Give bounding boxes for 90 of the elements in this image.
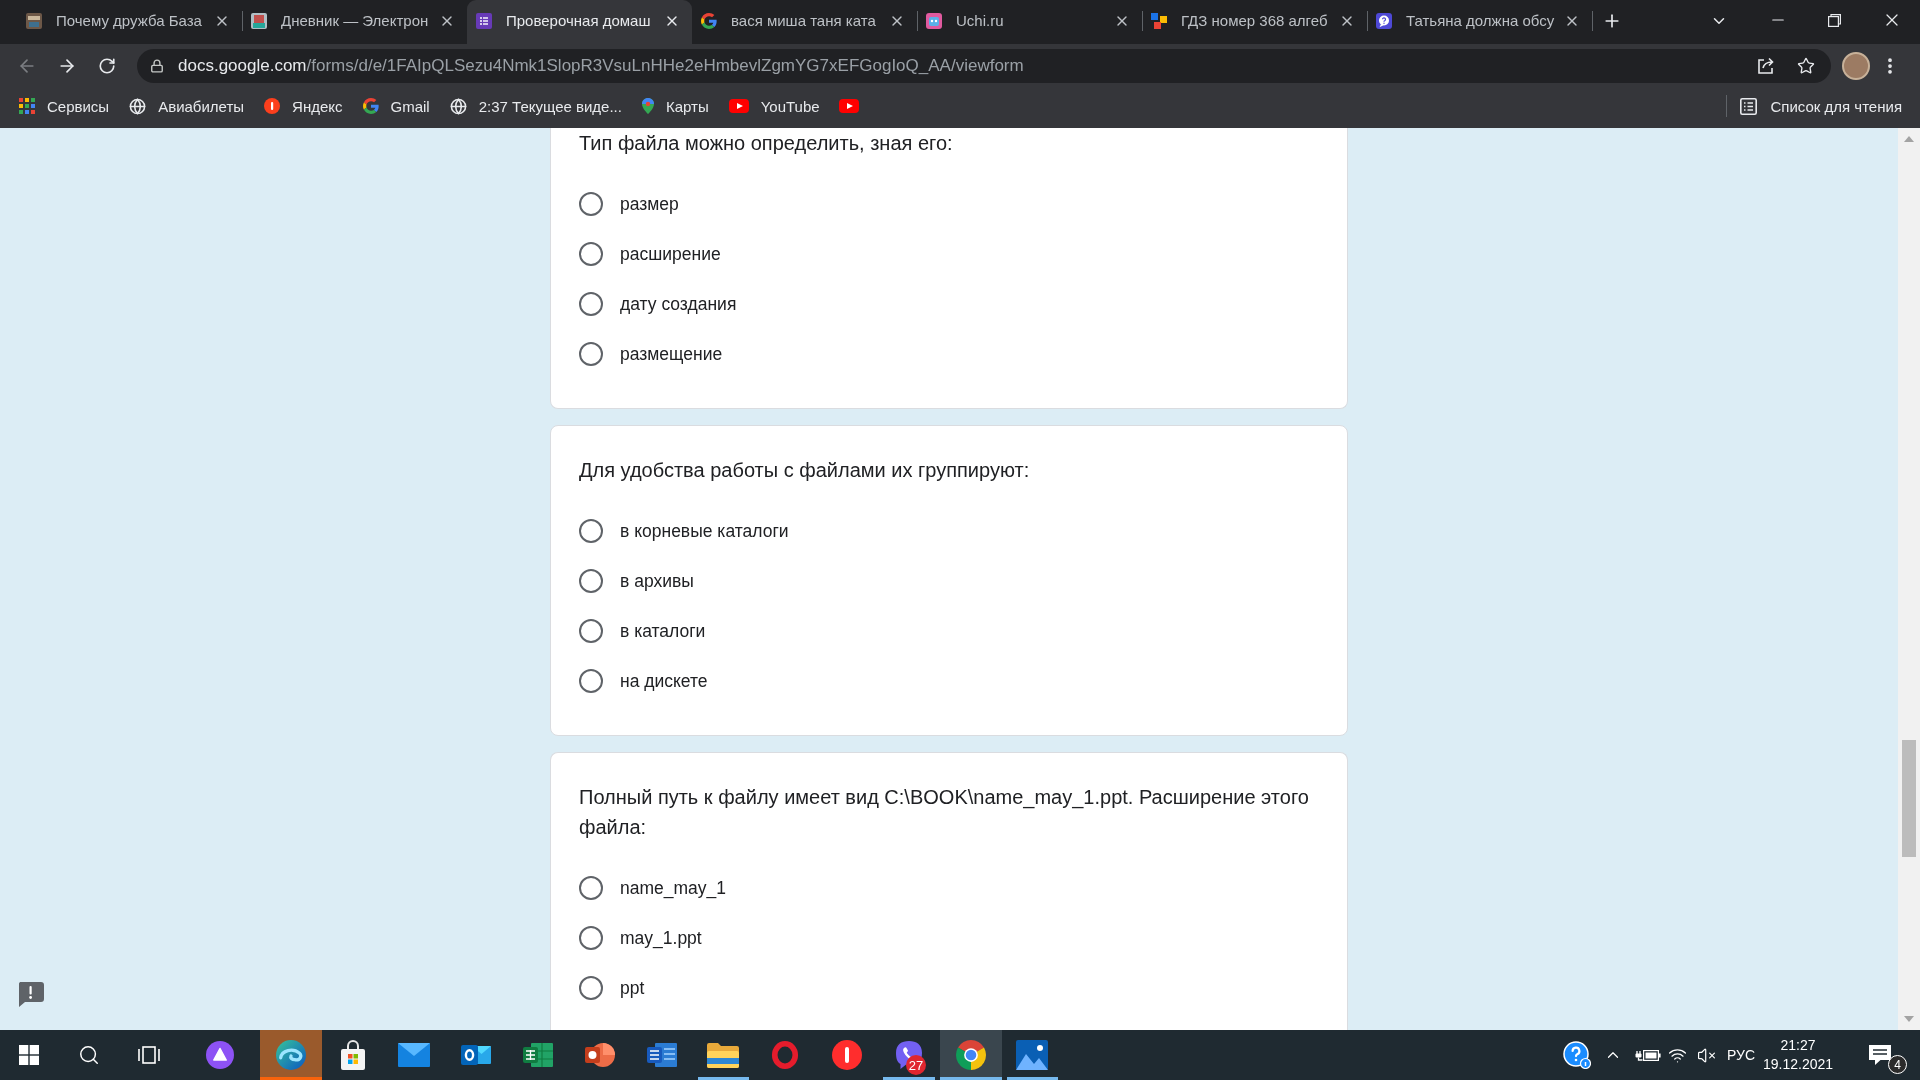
bookmark-link[interactable]: YouTube bbox=[718, 92, 830, 120]
browser-tab[interactable]: Дневник — Электрон bbox=[242, 0, 467, 44]
radio-button[interactable] bbox=[579, 976, 603, 1000]
radio-button[interactable] bbox=[579, 242, 603, 266]
video-play-icon bbox=[728, 99, 749, 113]
browser-tab[interactable]: Uchi.ru bbox=[917, 0, 1142, 44]
scrollbar[interactable] bbox=[1898, 128, 1920, 1030]
ring-icon[interactable] bbox=[771, 1041, 800, 1069]
option-label[interactable]: may_1.ppt bbox=[620, 927, 702, 949]
radio-button[interactable] bbox=[579, 926, 603, 950]
landscape-icon[interactable] bbox=[1016, 1040, 1049, 1070]
radio-button[interactable] bbox=[579, 876, 603, 900]
clock-date[interactable]: 19.12.2021 bbox=[1762, 1055, 1834, 1074]
notification-count-badge[interactable]: 4 bbox=[1888, 1055, 1907, 1074]
option-label[interactable]: расширение bbox=[620, 243, 721, 265]
restore-icon[interactable] bbox=[1828, 13, 1841, 27]
star-icon[interactable] bbox=[1797, 57, 1815, 75]
app-logo-icon bbox=[926, 12, 942, 29]
option-label[interactable]: дату создания bbox=[620, 293, 737, 315]
browser-tab[interactable]: ГДЗ номер 368 алгеб bbox=[1142, 0, 1367, 44]
address-bar[interactable]: docs.google.com/forms/d/e/1FAIpQLSezu4Nmk1SlopR3VsuLnHHe2eHmbevlZgmYG7xEFGogIoQ_AA/viewform bbox=[137, 49, 1831, 83]
bookmark-link[interactable]: Сервисы bbox=[9, 92, 120, 120]
language-indicator[interactable]: РУС bbox=[1726, 1045, 1755, 1065]
profile-avatar[interactable] bbox=[1842, 52, 1870, 80]
thumbnail-icon bbox=[26, 12, 42, 29]
option-label[interactable]: в каталоги bbox=[620, 620, 706, 642]
reading-list-button[interactable]: Список для чтения bbox=[1726, 95, 1902, 117]
google-icon bbox=[701, 12, 717, 29]
taskbar-button[interactable]: 27 bbox=[877, 1030, 940, 1080]
option-label[interactable]: размещение bbox=[620, 343, 723, 365]
radio-button[interactable] bbox=[579, 292, 603, 316]
chrome-icon[interactable] bbox=[955, 1040, 986, 1070]
question-text: Тип файла можно определить, зная его: bbox=[579, 131, 954, 156]
help-icon[interactable] bbox=[1563, 1041, 1591, 1069]
spreadsheet-icon[interactable] bbox=[523, 1040, 554, 1070]
browser-tab[interactable]: Проверочная домаш bbox=[467, 0, 692, 44]
browser-tab[interactable]: вася миша таня ката bbox=[692, 0, 917, 44]
battery-icon[interactable] bbox=[1635, 1048, 1661, 1062]
share-icon[interactable] bbox=[1757, 57, 1775, 75]
thumbnail-icon bbox=[251, 12, 267, 29]
form-icon bbox=[476, 12, 492, 29]
envelope-icon[interactable] bbox=[398, 1043, 431, 1067]
option-label[interactable]: в корневые каталоги bbox=[620, 520, 789, 542]
map-pin-icon bbox=[641, 98, 654, 114]
globe-icon bbox=[129, 97, 147, 115]
notifications-icon[interactable] bbox=[1868, 1043, 1892, 1067]
swirl-icon[interactable] bbox=[275, 1040, 306, 1070]
search-icon[interactable] bbox=[77, 1044, 100, 1066]
radio-button[interactable] bbox=[579, 569, 603, 593]
radio-button[interactable] bbox=[579, 519, 603, 543]
reload-icon[interactable] bbox=[98, 57, 116, 75]
clock-time[interactable]: 21:27 bbox=[1780, 1036, 1816, 1055]
circle-logo-icon bbox=[264, 98, 281, 114]
option-label[interactable]: в архивы bbox=[620, 570, 694, 592]
scrollbar-thumb[interactable] bbox=[1902, 740, 1916, 857]
video-play-icon bbox=[838, 99, 859, 113]
radio-button[interactable] bbox=[579, 619, 603, 643]
browser-tab[interactable]: Татьяна должна обсу bbox=[1367, 0, 1592, 44]
reading-list-icon bbox=[1740, 97, 1758, 115]
bookmark-link[interactable]: Яндекс bbox=[254, 92, 353, 120]
lock-icon[interactable] bbox=[150, 59, 164, 73]
option-label[interactable]: на дискете bbox=[620, 670, 708, 692]
circle-logo-icon[interactable] bbox=[832, 1040, 863, 1070]
alert-bubble-icon[interactable] bbox=[17, 982, 44, 1007]
radio-button[interactable] bbox=[579, 342, 603, 366]
globe-icon bbox=[449, 97, 467, 115]
google-icon bbox=[362, 98, 379, 114]
bookmark-link[interactable]: Авиабилеты bbox=[119, 92, 255, 120]
question-text: Полный путь к файлу имеет вид C:\BOOK\name_may_1.ppt. Расширение этого файла: bbox=[579, 785, 1310, 840]
taskbar-button[interactable] bbox=[939, 1030, 1002, 1080]
radio-button[interactable] bbox=[579, 669, 603, 693]
bookmark-link[interactable]: Gmail bbox=[352, 92, 440, 120]
document-icon[interactable] bbox=[646, 1040, 677, 1070]
task-view-icon[interactable] bbox=[138, 1046, 160, 1064]
option-label[interactable]: ppt bbox=[620, 977, 645, 999]
radio-button[interactable] bbox=[579, 192, 603, 216]
apps-grid-icon bbox=[19, 98, 35, 114]
option-label[interactable]: размер bbox=[620, 193, 679, 215]
bookmark-link[interactable]: Карты bbox=[631, 92, 719, 120]
browser-tab[interactable]: Почему дружба База bbox=[17, 0, 242, 44]
presentation-icon[interactable] bbox=[584, 1040, 615, 1070]
url-text: docs.google.com/forms/d/e/1FAIpQLSezu4Nmk1SlopR3VsuLnHHe2eHmbevlZgmYG7xEFGogIoQ_AA/viewform bbox=[178, 56, 1025, 76]
colored-squares-icon bbox=[1151, 12, 1167, 29]
unread-count-badge: 27 bbox=[905, 1055, 927, 1075]
question-text: Для удобства работы с файлами их группируют: bbox=[579, 458, 1031, 483]
bookmark-link[interactable]: 2:37 Текущее виде... bbox=[439, 92, 632, 120]
option-label[interactable]: name_may_1 bbox=[620, 877, 727, 899]
folder-icon[interactable] bbox=[707, 1042, 740, 1068]
question-bubble-icon bbox=[1376, 12, 1392, 29]
start-icon[interactable] bbox=[19, 1045, 39, 1065]
